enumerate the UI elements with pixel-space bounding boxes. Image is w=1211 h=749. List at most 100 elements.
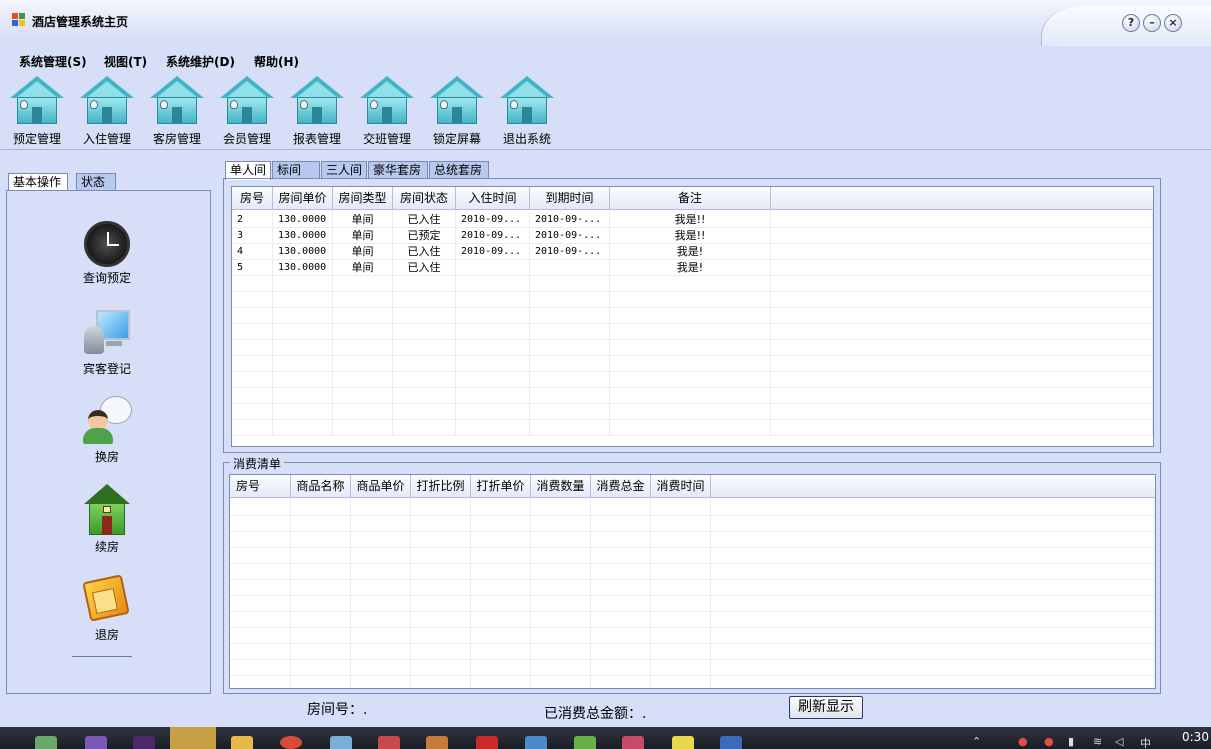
table-cell: 2010-09... [456, 228, 530, 244]
tray-wifi-icon[interactable]: ≋ [1093, 735, 1102, 748]
tray-chevron-icon[interactable]: ⌃ [972, 735, 981, 748]
tab-triple-room[interactable]: 三人间 [321, 161, 367, 179]
table-cell [651, 644, 711, 660]
house-icon [360, 76, 414, 126]
toolbar-reports-button[interactable]: 报表管理 [287, 76, 347, 146]
tray-ime-indicator[interactable]: 中 [1140, 735, 1151, 749]
tray-qq-icon[interactable]: ● [1018, 735, 1028, 748]
table-cell [591, 548, 651, 564]
column-header[interactable]: 入住时间 [456, 187, 530, 209]
tray-battery-icon[interactable]: ▮ [1068, 735, 1074, 748]
column-header[interactable]: 房号 [232, 187, 273, 209]
change-room-button[interactable]: 换房 [67, 396, 147, 465]
column-header[interactable]: 房间单价 [273, 187, 333, 209]
tab-standard-room[interactable]: 标间 [272, 161, 320, 179]
table-cell [610, 308, 771, 324]
minimize-button[interactable]: – [1143, 14, 1161, 32]
taskbar-app-icon[interactable] [330, 736, 352, 749]
column-header[interactable]: 到期时间 [530, 187, 610, 209]
refresh-button[interactable]: 刷新显示 [789, 696, 863, 719]
table-cell: 我是!! [610, 228, 771, 244]
column-header[interactable]: 房号 [230, 475, 291, 497]
close-button[interactable]: × [1164, 14, 1182, 32]
taskbar-app-icon[interactable] [720, 736, 742, 749]
app-icon [12, 13, 26, 27]
table-cell [351, 532, 411, 548]
taskbar-app-icon[interactable] [426, 736, 448, 749]
tray-volume-icon[interactable]: ◁ [1115, 735, 1123, 748]
table-cell [351, 580, 411, 596]
toolbar-rooms-button[interactable]: 客房管理 [147, 76, 207, 146]
table-cell [351, 596, 411, 612]
table-cell: 5 [232, 260, 273, 276]
consumption-table[interactable]: 房号 商品名称 商品单价 打折比例 打折单价 消费数量 消费总金 消费时间 [229, 474, 1156, 689]
menu-help[interactable]: 帮助(H) [254, 53, 299, 70]
table-cell [273, 372, 333, 388]
table-cell [771, 420, 1153, 436]
toolbar-checkin-button[interactable]: 入住管理 [77, 76, 137, 146]
table-row[interactable]: 5 130.0000 单间 已入住 我是! [232, 260, 1153, 276]
taskbar-clock[interactable]: 0:30 [1182, 730, 1209, 744]
taskbar-app-icon[interactable] [574, 736, 596, 749]
menu-view[interactable]: 视图(T) [104, 53, 147, 70]
table-cell [351, 500, 411, 516]
table-cell [771, 404, 1153, 420]
checkout-button[interactable]: 退房 [67, 572, 147, 643]
guest-register-button[interactable]: 宾客登记 [67, 308, 147, 377]
taskbar-chrome-icon[interactable] [280, 736, 302, 749]
taskbar-app-icon[interactable] [525, 736, 547, 749]
table-cell [711, 644, 1155, 660]
column-header[interactable]: 打折比例 [411, 475, 471, 497]
table-cell [411, 612, 471, 628]
column-header[interactable]: 备注 [610, 187, 771, 209]
empty-row [232, 308, 1153, 324]
table-cell [610, 340, 771, 356]
table-cell [531, 596, 591, 612]
menu-system-maintain[interactable]: 系统维护(D) [166, 53, 235, 70]
table-row[interactable]: 4 130.0000 单间 已入住 2010-09... 2010-09-... 我是! [232, 244, 1153, 260]
column-header[interactable]: 消费数量 [531, 475, 591, 497]
table-cell [651, 676, 711, 688]
tab-status[interactable]: 状态 [76, 173, 116, 191]
menu-system-manage[interactable]: 系统管理(S) [19, 53, 87, 70]
taskbar-app-icon[interactable] [378, 736, 400, 749]
taskbar-app-icon[interactable] [35, 736, 57, 749]
toolbar-lock-button[interactable]: 锁定屏幕 [427, 76, 487, 146]
column-header[interactable]: 消费总金 [591, 475, 651, 497]
taskbar-ps-icon[interactable] [133, 736, 155, 749]
toolbar-reservation-button[interactable]: 预定管理 [7, 76, 67, 146]
table-cell [651, 564, 711, 580]
taskbar-app-icon[interactable] [476, 736, 498, 749]
tab-deluxe-suite[interactable]: 豪华套房 [368, 161, 428, 179]
tab-presidential-suite[interactable]: 总统套房 [429, 161, 489, 179]
column-header[interactable]: 打折单价 [471, 475, 531, 497]
rooms-table[interactable]: 房号 房间单价 房间类型 房间状态 入住时间 到期时间 备注 2 130.0000… [231, 186, 1154, 447]
table-row[interactable]: 3 130.0000 单间 已预定 2010-09... 2010-09-... 我是!! [232, 228, 1153, 244]
query-reservation-button[interactable]: 查询预定 [67, 221, 147, 286]
taskbar-folder-icon[interactable] [231, 736, 253, 749]
column-header[interactable]: 房间状态 [393, 187, 456, 209]
help-button[interactable]: ? [1122, 14, 1140, 32]
table-cell [771, 260, 1153, 276]
table-row[interactable]: 2 130.0000 单间 已入住 2010-09... 2010-09-... 我是!! [232, 212, 1153, 228]
taskbar-active-app[interactable] [170, 727, 216, 749]
table-cell: 130.0000 [273, 212, 333, 228]
tray-qq-icon[interactable]: ● [1044, 735, 1054, 748]
taskbar-vs-icon[interactable] [85, 736, 107, 749]
column-header[interactable]: 商品名称 [291, 475, 351, 497]
toolbar-members-button[interactable]: 会员管理 [217, 76, 277, 146]
table-cell [273, 292, 333, 308]
table-cell [230, 548, 291, 564]
extend-stay-button[interactable]: 续房 [67, 484, 147, 555]
column-header[interactable]: 商品单价 [351, 475, 411, 497]
toolbar-label: 客房管理 [152, 132, 201, 146]
taskbar-app-icon[interactable] [622, 736, 644, 749]
column-header[interactable]: 房间类型 [333, 187, 393, 209]
column-header[interactable]: 消费时间 [651, 475, 711, 497]
empty-row [230, 628, 1155, 644]
toolbar-exit-button[interactable]: 退出系统 [497, 76, 557, 146]
taskbar-app-icon[interactable] [672, 736, 694, 749]
toolbar-shift-button[interactable]: 交班管理 [357, 76, 417, 146]
table-cell [711, 596, 1155, 612]
empty-row [230, 660, 1155, 676]
